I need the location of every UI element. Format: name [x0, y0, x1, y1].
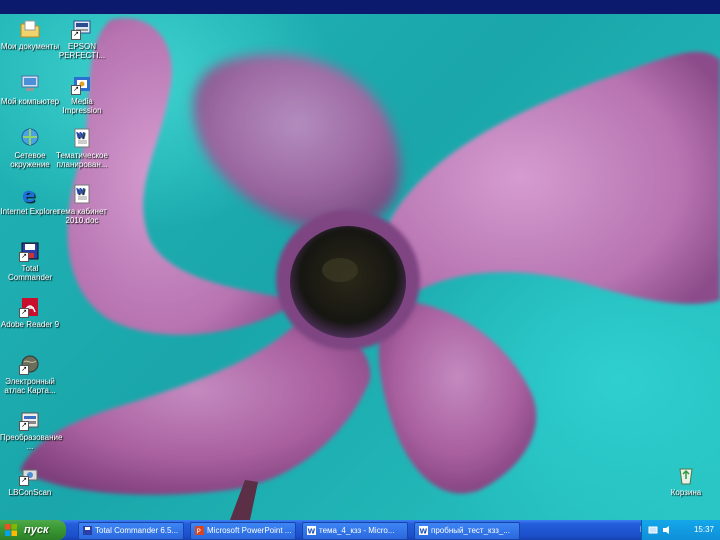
desktop-icon-lbconscan[interactable]: ↗ LBConScan: [0, 464, 60, 497]
desktop-icon-my-documents[interactable]: Мои документы: [0, 18, 60, 51]
desktop-icon-label: Сетевое окружение: [10, 151, 50, 169]
desktop-icon-label: Мои документы: [0, 42, 60, 51]
desktop-icon-label: Мой компьютер: [0, 97, 60, 106]
svg-text:W: W: [76, 131, 85, 140]
taskbar-item-label: Total Commander 6.5...: [95, 526, 179, 535]
converter-icon: ↗: [19, 409, 41, 431]
desktop-icon-label: Преобразование ...: [0, 433, 63, 451]
desktop-icon-label: Adobe Reader 9: [0, 320, 60, 329]
scanner-app-icon: ↗: [71, 18, 93, 40]
shortcut-arrow-icon: ↗: [19, 476, 29, 486]
desktop-icon-electronic-atlas[interactable]: ↗ Электронный атлас Карта...: [0, 353, 60, 395]
desktop-icon-epson[interactable]: ↗ EPSON PERFECTI...: [52, 18, 112, 60]
taskbar: пуск Total Commander 6.5... P Microsoft P…: [0, 520, 720, 540]
svg-text:e: e: [22, 183, 36, 205]
shortcut-arrow-icon: ↗: [19, 365, 29, 375]
folder-documents-icon: [19, 18, 41, 40]
total-commander-icon: [83, 526, 92, 536]
taskbar-item-label: тема_4_кзз - Micro...: [319, 526, 395, 535]
taskbar-item-total-commander[interactable]: Total Commander 6.5...: [78, 522, 184, 540]
desktop-icon-label: Total Commander: [7, 264, 52, 282]
recycle-bin-icon: [675, 464, 697, 486]
adobe-reader-icon: ↗: [19, 296, 41, 318]
windows-logo-icon: [5, 524, 17, 536]
svg-text:W: W: [308, 528, 316, 536]
powerpoint-icon: P: [195, 526, 204, 536]
desktop-icon-label: Тематическое планирован...: [56, 151, 108, 169]
shortcut-arrow-icon: ↗: [71, 85, 81, 95]
desktop-icon-label: Media Impression: [62, 97, 102, 115]
start-label: пуск: [24, 524, 49, 536]
desktop-icon-label: Internet Explorer: [0, 207, 60, 216]
desktop-icon-adobe-reader[interactable]: ↗ Adobe Reader 9: [0, 296, 60, 329]
system-tray: 15:37: [641, 520, 720, 540]
desktop-icon-cabinet-doc[interactable]: W тема кабинет 2010.doc: [52, 183, 112, 225]
shortcut-arrow-icon: ↗: [71, 30, 81, 40]
taskbar-item-word-test[interactable]: Wпробный_тест_кзз_...: [414, 522, 520, 540]
clock[interactable]: 15:37: [694, 520, 714, 540]
desktop-icon-label: LBConScan: [8, 488, 52, 497]
network-status-icon[interactable]: [648, 525, 658, 535]
desktop-icon-total-commander[interactable]: ↗ Total Commander: [0, 240, 60, 282]
internet-explorer-icon: e: [19, 183, 41, 207]
desktop-icon-media-impression[interactable]: ↗ Media Impression: [52, 73, 112, 115]
media-app-icon: ↗: [71, 73, 93, 95]
desktop-icon-my-computer[interactable]: Мой компьютер: [0, 73, 60, 106]
volume-icon[interactable]: [662, 525, 672, 535]
desktop-icon-network[interactable]: Сетевое окружение: [0, 127, 60, 169]
desktop: Мои документы Мой компьютер Сетевое окру…: [0, 0, 720, 520]
taskbar-item-label: пробный_тест_кзз_...: [431, 526, 510, 535]
taskbar-item-powerpoint[interactable]: P Microsoft PowerPoint ...: [190, 522, 296, 540]
computer-icon: [19, 73, 41, 95]
shortcut-arrow-icon: ↗: [19, 308, 29, 318]
word-icon: W: [307, 526, 316, 536]
word-icon: W: [419, 526, 428, 536]
desktop-icon-label: Электронный атлас Карта...: [4, 377, 56, 395]
taskbar-item-label: Microsoft PowerPoint ...: [207, 526, 292, 535]
svg-text:W: W: [76, 187, 85, 196]
shortcut-arrow-icon: ↗: [19, 421, 29, 431]
taskbar-item-word-topic[interactable]: Wтема_4_кзз - Micro...: [302, 522, 408, 540]
globe-icon: ↗: [19, 353, 41, 375]
start-button[interactable]: пуск: [0, 520, 66, 540]
app-icon: ↗: [19, 464, 41, 486]
svg-text:P: P: [197, 528, 201, 536]
word-document-icon: W: [71, 183, 93, 205]
total-commander-icon: ↗: [19, 240, 41, 262]
word-document-icon: W: [71, 127, 93, 149]
desktop-icon-label: тема кабинет 2010.doc: [57, 207, 107, 225]
network-icon: [19, 127, 41, 149]
desktop-icon-internet-explorer[interactable]: e Internet Explorer: [0, 183, 60, 216]
svg-text:W: W: [420, 528, 428, 536]
desktop-icon-label: EPSON PERFECTI...: [58, 42, 106, 60]
desktop-icon-recycle-bin[interactable]: Корзина: [656, 464, 716, 497]
shortcut-arrow-icon: ↗: [19, 252, 29, 262]
desktop-icon-label: Корзина: [670, 488, 702, 497]
desktop-icon-thematic-plan[interactable]: W Тематическое планирован...: [52, 127, 112, 169]
desktop-icon-converter[interactable]: ↗ Преобразование ...: [0, 409, 63, 451]
